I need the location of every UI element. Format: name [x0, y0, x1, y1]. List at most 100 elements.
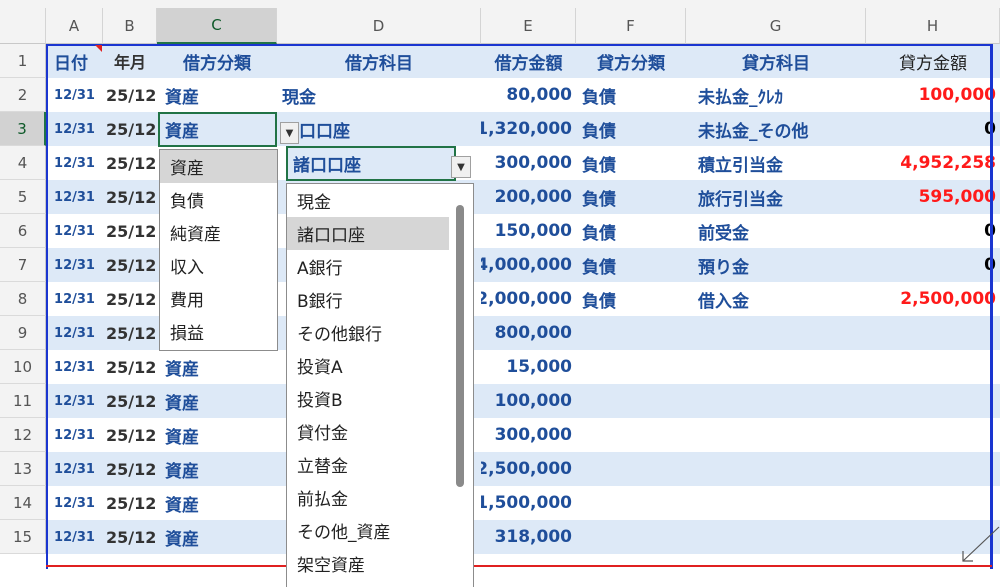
credit-account-cell[interactable]: 積立引当金: [686, 146, 866, 180]
credit-category-cell[interactable]: [576, 384, 686, 418]
account-option[interactable]: 現金: [287, 184, 449, 217]
credit-amount-cell[interactable]: [866, 384, 1000, 418]
debit-amount-cell[interactable]: 4,000,000: [481, 248, 576, 282]
yearmonth-cell[interactable]: 25/12: [103, 282, 157, 316]
row-header-3[interactable]: 3: [0, 112, 46, 146]
account-option[interactable]: B銀行: [287, 283, 449, 316]
date-cell[interactable]: 12/31: [46, 282, 103, 316]
column-header-h[interactable]: H: [866, 8, 1000, 44]
debit-category-cell[interactable]: 資産: [157, 486, 277, 520]
debit-category-cell[interactable]: 資産: [157, 350, 277, 384]
header-cell[interactable]: 貸方金額: [866, 44, 1000, 78]
row-header-5[interactable]: 5: [0, 180, 46, 214]
debit-category-cell[interactable]: 資産: [157, 78, 277, 112]
credit-category-cell[interactable]: [576, 452, 686, 486]
credit-category-cell[interactable]: [576, 486, 686, 520]
credit-category-cell[interactable]: 負債: [576, 180, 686, 214]
row-header-12[interactable]: 12: [0, 418, 46, 452]
credit-amount-cell[interactable]: 0: [866, 248, 1000, 282]
account-option[interactable]: その他銀行: [287, 316, 449, 349]
date-cell[interactable]: 12/31: [46, 248, 103, 282]
yearmonth-cell[interactable]: 25/12: [103, 350, 157, 384]
account-option[interactable]: 立替金: [287, 448, 449, 481]
column-header-g[interactable]: G: [686, 8, 866, 44]
account-option[interactable]: 投資B: [287, 382, 449, 415]
credit-amount-cell[interactable]: 2,500,000: [866, 282, 1000, 316]
account-option[interactable]: その他_資産: [287, 514, 449, 547]
account-dropdown-arrow-icon[interactable]: ▼: [451, 156, 471, 178]
column-header-a[interactable]: A: [46, 8, 103, 44]
date-cell[interactable]: 12/31: [46, 146, 103, 180]
credit-account-cell[interactable]: [686, 520, 866, 554]
category-dropdown-list[interactable]: 資産 負債 純資産 収入 費用 損益: [159, 149, 278, 351]
account-option[interactable]: 前払金: [287, 481, 449, 514]
yearmonth-cell[interactable]: 25/12: [103, 418, 157, 452]
credit-account-cell[interactable]: [686, 316, 866, 350]
credit-category-cell[interactable]: [576, 316, 686, 350]
category-option[interactable]: 負債: [160, 183, 277, 216]
debit-amount-cell[interactable]: 80,000: [481, 78, 576, 112]
credit-account-cell[interactable]: [686, 486, 866, 520]
row-header-2[interactable]: 2: [0, 78, 46, 112]
credit-account-cell[interactable]: [686, 350, 866, 384]
column-header-e[interactable]: E: [481, 8, 576, 44]
yearmonth-cell[interactable]: 25/12: [103, 486, 157, 520]
debit-amount-cell[interactable]: 200,000: [481, 180, 576, 214]
debit-amount-cell[interactable]: 100,000: [481, 384, 576, 418]
credit-account-cell[interactable]: [686, 418, 866, 452]
header-cell[interactable]: 借方科目: [277, 44, 481, 78]
date-cell[interactable]: 12/31: [46, 316, 103, 350]
debit-amount-cell[interactable]: 300,000: [481, 418, 576, 452]
row-header-15[interactable]: 15: [0, 520, 46, 554]
date-cell[interactable]: 12/31: [46, 384, 103, 418]
credit-account-cell[interactable]: 旅行引当金: [686, 180, 866, 214]
credit-amount-cell[interactable]: [866, 418, 1000, 452]
account-dropdown-list[interactable]: 現金 諸口口座 A銀行 B銀行 その他銀行 投資A 投資B 貸付金 立替金 前払金 その他_資産 架空…: [286, 183, 474, 587]
debit-category-cell[interactable]: 資産: [157, 384, 277, 418]
debit-category-cell[interactable]: 資産: [157, 520, 277, 554]
header-cell[interactable]: 借方分類: [157, 44, 277, 78]
category-option[interactable]: 収入: [160, 249, 277, 282]
category-option[interactable]: 損益: [160, 315, 277, 348]
yearmonth-cell[interactable]: 25/12: [103, 384, 157, 418]
column-header-b[interactable]: B: [103, 8, 157, 44]
debit-amount-cell[interactable]: 2,000,000: [481, 282, 576, 316]
yearmonth-cell[interactable]: 25/12: [103, 248, 157, 282]
yearmonth-cell[interactable]: 25/12: [103, 146, 157, 180]
category-option[interactable]: 純資産: [160, 216, 277, 249]
yearmonth-cell[interactable]: 25/12: [103, 316, 157, 350]
category-option[interactable]: 資産: [160, 150, 277, 183]
yearmonth-cell[interactable]: 25/12: [103, 112, 157, 146]
credit-account-cell[interactable]: 前受金: [686, 214, 866, 248]
debit-amount-cell[interactable]: 150,000: [481, 214, 576, 248]
row-header-10[interactable]: 10: [0, 350, 46, 384]
active-cell-c3[interactable]: [158, 112, 277, 147]
credit-category-cell[interactable]: [576, 350, 686, 384]
row-header-13[interactable]: 13: [0, 452, 46, 486]
credit-account-cell[interactable]: [686, 384, 866, 418]
credit-category-cell[interactable]: 負債: [576, 248, 686, 282]
header-cell[interactable]: 貸方科目: [686, 44, 866, 78]
date-cell[interactable]: 12/31: [46, 78, 103, 112]
credit-category-cell[interactable]: 負債: [576, 112, 686, 146]
yearmonth-cell[interactable]: 25/12: [103, 214, 157, 248]
category-option[interactable]: 費用: [160, 282, 277, 315]
account-option[interactable]: 投資A: [287, 349, 449, 382]
category-dropdown-arrow-icon[interactable]: ▼: [280, 122, 299, 144]
row-header-9[interactable]: 9: [0, 316, 46, 350]
row-header-1[interactable]: 1: [0, 44, 46, 78]
date-cell[interactable]: 12/31: [46, 486, 103, 520]
date-cell[interactable]: 12/31: [46, 350, 103, 384]
credit-account-cell[interactable]: 未払金_ｸﾚｶ: [686, 78, 866, 112]
column-header-f[interactable]: F: [576, 8, 686, 44]
account-option[interactable]: A銀行: [287, 250, 449, 283]
date-cell[interactable]: 12/31: [46, 180, 103, 214]
yearmonth-cell[interactable]: 25/12: [103, 78, 157, 112]
account-dropdown-cell[interactable]: 諸口口座: [286, 146, 456, 181]
account-option[interactable]: 架空資産: [287, 547, 449, 580]
debit-amount-cell[interactable]: 1,320,000: [481, 112, 576, 146]
credit-amount-cell[interactable]: [866, 316, 1000, 350]
credit-account-cell[interactable]: 預り金: [686, 248, 866, 282]
credit-amount-cell[interactable]: [866, 452, 1000, 486]
credit-amount-cell[interactable]: 0: [866, 112, 1000, 146]
